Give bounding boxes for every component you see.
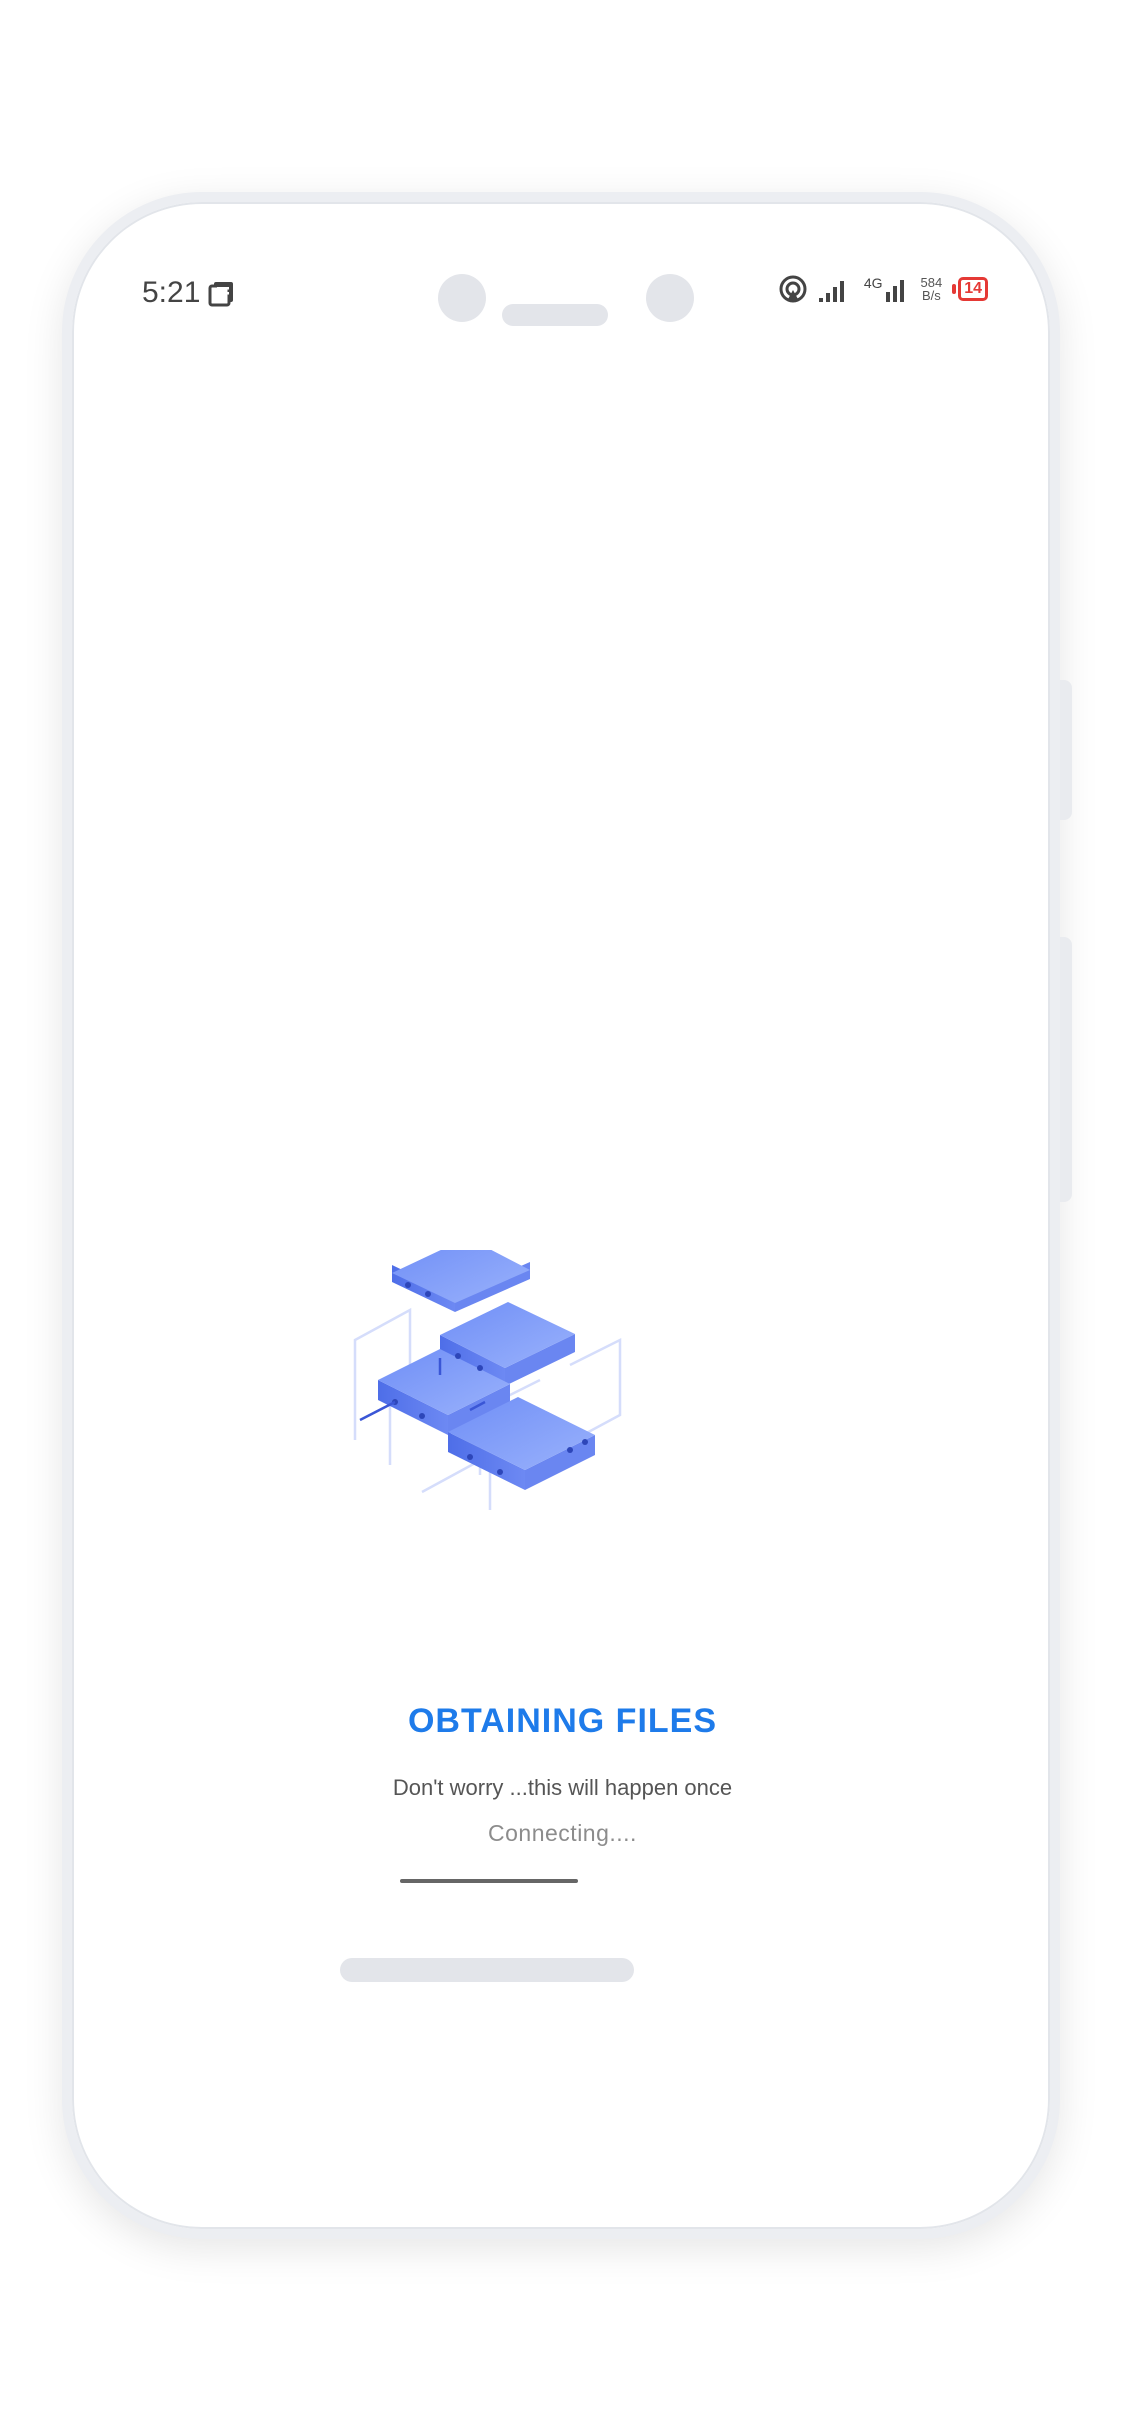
hotspot-icon xyxy=(779,275,807,303)
connection-status: Connecting.... xyxy=(488,1820,637,1846)
status-time: 5:21 xyxy=(142,276,201,309)
progress-bar xyxy=(400,1879,578,1883)
battery-level: 14 xyxy=(958,277,988,301)
network-type: 4G xyxy=(863,275,883,291)
notes-icon xyxy=(208,282,234,307)
loading-subtitle: Don't worry ...this will happen once xyxy=(392,1775,733,1800)
signal-strength-icon xyxy=(885,280,904,302)
power-button xyxy=(1060,937,1072,1202)
phone-frame: 5:21 4G 584 B/s 14 xyxy=(62,192,1072,2239)
status-bar: 5:21 4G 584 B/s 14 xyxy=(142,274,988,314)
signal-icon xyxy=(818,281,844,302)
home-indicator[interactable] xyxy=(340,1958,634,1982)
loading-title: OBTAINING FILES xyxy=(407,1702,718,1740)
network-speed: 584 B/s xyxy=(920,275,943,303)
lte-signal: 4G xyxy=(864,276,911,302)
battery-icon: 14 xyxy=(952,277,988,301)
servers-illustration xyxy=(353,1250,622,1510)
progress-fill xyxy=(400,1879,578,1883)
volume-button xyxy=(1060,680,1072,820)
